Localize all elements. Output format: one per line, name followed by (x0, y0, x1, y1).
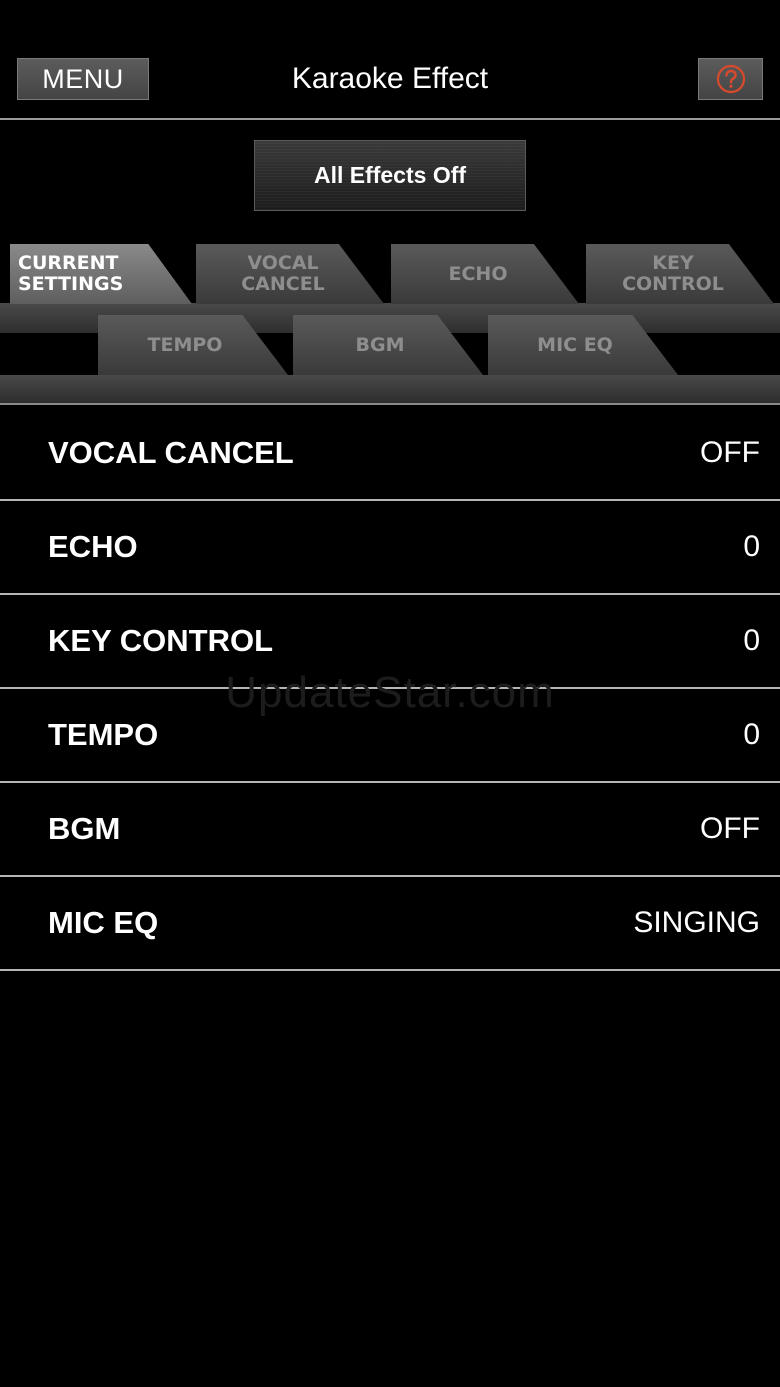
setting-row-vocal-cancel[interactable]: VOCAL CANCEL OFF (0, 407, 780, 501)
tab-label: MIC EQ (510, 333, 640, 356)
setting-label: KEY CONTROL (48, 623, 274, 658)
setting-label: MIC EQ (48, 905, 159, 940)
setting-value: OFF (700, 436, 760, 469)
tab-label-line: CANCEL (241, 273, 325, 295)
menu-button[interactable]: MENU (17, 58, 149, 100)
tab-label: KEY CONTROL (608, 253, 738, 295)
setting-row-key-control[interactable]: KEY CONTROL 0 (0, 595, 780, 689)
tab-label-line: CURRENT (18, 252, 119, 274)
tab-label-line: BGM (355, 333, 405, 356)
tab-label: VOCAL CANCEL (218, 253, 348, 295)
setting-value: 0 (743, 718, 760, 751)
tab-label-line: TEMPO (147, 333, 223, 356)
tab-label-line: ECHO (448, 262, 508, 285)
tab-label-line: CONTROL (622, 273, 724, 295)
setting-row-bgm[interactable]: BGM OFF (0, 783, 780, 877)
setting-row-tempo[interactable]: TEMPO 0 (0, 689, 780, 783)
tab-key-control[interactable]: KEY CONTROL (586, 244, 774, 304)
setting-value: OFF (700, 812, 760, 845)
tab-label: BGM (315, 333, 445, 356)
tab-label-line: KEY (652, 252, 694, 274)
setting-label: ECHO (48, 529, 138, 564)
tab-label-line: VOCAL (247, 252, 319, 274)
tab-label-line: SETTINGS (18, 273, 124, 295)
setting-label: BGM (48, 811, 121, 846)
tab-label: ECHO (413, 262, 543, 285)
tab-label: TEMPO (120, 333, 250, 356)
tab-label: CURRENT SETTINGS (18, 253, 148, 295)
setting-row-mic-eq[interactable]: MIC EQ SINGING (0, 877, 780, 971)
tab-label-line: MIC EQ (537, 333, 613, 356)
setting-label: VOCAL CANCEL (48, 435, 294, 470)
help-button[interactable] (698, 58, 763, 100)
tab-vocal-cancel[interactable]: VOCAL CANCEL (196, 244, 384, 304)
all-effects-off-button[interactable]: All Effects Off (254, 140, 526, 211)
current-settings-list: VOCAL CANCEL OFF ECHO 0 KEY CONTROL 0 TE… (0, 407, 780, 971)
tab-row-2-band (0, 375, 780, 405)
header-bar: MENU Karaoke Effect (0, 0, 780, 120)
question-mark-icon (716, 64, 745, 94)
tab-echo[interactable]: ECHO (391, 244, 579, 304)
tab-current-settings[interactable]: CURRENT SETTINGS (10, 244, 192, 304)
setting-value: 0 (743, 624, 760, 657)
setting-label: TEMPO (48, 717, 159, 752)
setting-value: SINGING (633, 906, 760, 939)
setting-row-echo[interactable]: ECHO 0 (0, 501, 780, 595)
setting-value: 0 (743, 530, 760, 563)
